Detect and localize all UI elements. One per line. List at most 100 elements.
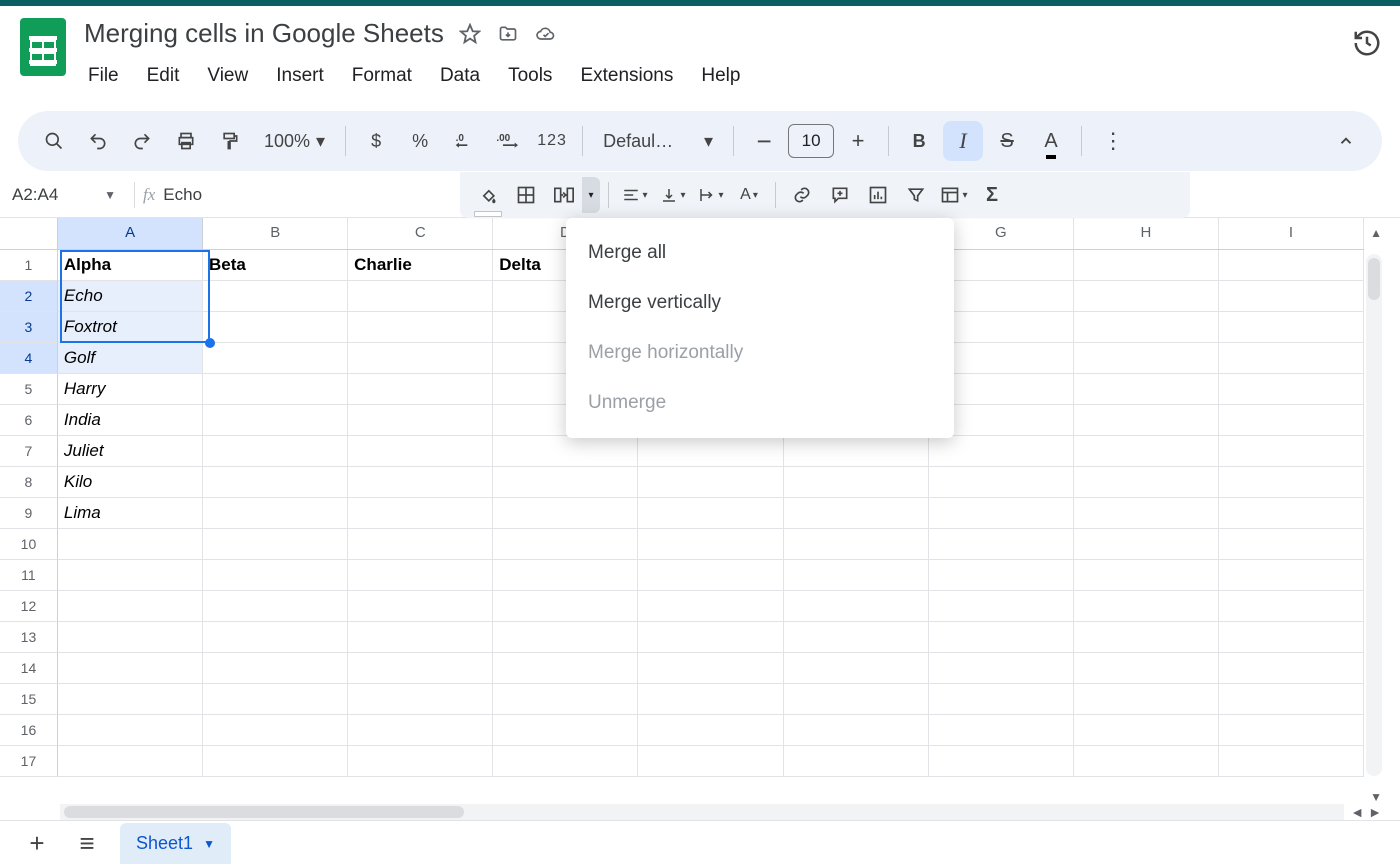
cell[interactable] [1219, 684, 1364, 715]
cell[interactable]: Juliet [58, 436, 203, 467]
strikethrough-icon[interactable]: S [987, 121, 1027, 161]
cell[interactable] [348, 684, 493, 715]
col-header-C[interactable]: C [348, 218, 493, 249]
cell[interactable] [493, 746, 638, 777]
cell[interactable] [493, 498, 638, 529]
cell[interactable] [1219, 591, 1364, 622]
menu-file[interactable]: File [84, 59, 123, 93]
version-history-icon[interactable] [1352, 28, 1382, 58]
cell[interactable] [348, 622, 493, 653]
row-header[interactable]: 2 [0, 281, 58, 312]
cell[interactable] [638, 684, 783, 715]
cell[interactable] [348, 498, 493, 529]
borders-icon[interactable] [508, 177, 544, 213]
row-header[interactable]: 17 [0, 746, 58, 777]
functions-icon[interactable]: Σ [974, 177, 1010, 213]
more-formats-icon[interactable]: 123 [532, 121, 572, 161]
cell[interactable] [1074, 312, 1219, 343]
menu-edit[interactable]: Edit [143, 59, 184, 93]
horizontal-scrollbar[interactable] [60, 804, 1344, 820]
cell[interactable] [1219, 343, 1364, 374]
cell[interactable] [348, 746, 493, 777]
cell[interactable] [784, 746, 929, 777]
selection-handle[interactable] [205, 338, 215, 348]
row-header[interactable]: 15 [0, 684, 58, 715]
scrollbar-thumb[interactable] [1368, 258, 1380, 300]
all-sheets-icon[interactable]: ≡ [70, 828, 104, 859]
col-header-A[interactable]: A [58, 218, 203, 249]
cell[interactable] [1074, 529, 1219, 560]
row-header[interactable]: 9 [0, 498, 58, 529]
cell[interactable] [784, 591, 929, 622]
cell[interactable] [493, 715, 638, 746]
cell[interactable] [203, 591, 348, 622]
row-header[interactable]: 10 [0, 529, 58, 560]
cell[interactable] [1074, 653, 1219, 684]
cell[interactable] [203, 746, 348, 777]
row-header[interactable]: 7 [0, 436, 58, 467]
document-title[interactable]: Merging cells in Google Sheets [84, 18, 444, 49]
formula-bar-input[interactable]: Echo [163, 185, 202, 205]
cell[interactable] [58, 715, 203, 746]
cell[interactable]: Harry [58, 374, 203, 405]
cell[interactable] [348, 653, 493, 684]
cell[interactable] [348, 436, 493, 467]
cell[interactable] [1219, 436, 1364, 467]
row-header[interactable]: 3 [0, 312, 58, 343]
cell[interactable] [929, 436, 1074, 467]
scrollbar-thumb[interactable] [64, 806, 464, 818]
sheets-app-icon[interactable] [20, 18, 66, 76]
menu-merge-all[interactable]: Merge all [566, 228, 954, 278]
cell[interactable] [1074, 560, 1219, 591]
cell[interactable] [493, 560, 638, 591]
format-percent-icon[interactable]: % [400, 121, 440, 161]
cell[interactable] [1219, 529, 1364, 560]
sheet-tab-active[interactable]: Sheet1 ▼ [120, 823, 231, 864]
cell[interactable] [493, 622, 638, 653]
zoom-select[interactable]: 100% ▾ [254, 121, 335, 161]
cell[interactable]: Lima [58, 498, 203, 529]
cell[interactable] [1074, 343, 1219, 374]
cell[interactable] [203, 281, 348, 312]
cell[interactable] [929, 746, 1074, 777]
cell[interactable] [348, 560, 493, 591]
cell[interactable]: Kilo [58, 467, 203, 498]
cell[interactable] [203, 560, 348, 591]
cell[interactable]: India [58, 405, 203, 436]
cell[interactable] [929, 653, 1074, 684]
scroll-left-icon[interactable]: ◄ [1350, 804, 1364, 820]
undo-icon[interactable] [78, 121, 118, 161]
cell[interactable] [784, 467, 929, 498]
cell[interactable] [929, 684, 1074, 715]
cell[interactable] [493, 467, 638, 498]
cell[interactable] [1219, 312, 1364, 343]
cell[interactable] [1219, 715, 1364, 746]
text-wrap-icon[interactable] [693, 177, 729, 213]
cell[interactable] [1074, 498, 1219, 529]
name-box[interactable]: A2:A4 ▼ [0, 185, 126, 205]
menu-help[interactable]: Help [697, 59, 744, 93]
col-header-I[interactable]: I [1219, 218, 1364, 249]
scroll-right-icon[interactable]: ► [1368, 804, 1382, 820]
cell[interactable] [784, 653, 929, 684]
font-size-increase-icon[interactable]: + [838, 121, 878, 161]
cell[interactable] [929, 560, 1074, 591]
paint-format-icon[interactable] [210, 121, 250, 161]
cell[interactable] [784, 622, 929, 653]
cell[interactable] [348, 405, 493, 436]
cell[interactable] [348, 467, 493, 498]
cell[interactable] [929, 622, 1074, 653]
cell[interactable] [929, 498, 1074, 529]
row-header[interactable]: 14 [0, 653, 58, 684]
cell[interactable] [638, 560, 783, 591]
row-header[interactable]: 11 [0, 560, 58, 591]
cell[interactable] [203, 498, 348, 529]
merge-cells-icon[interactable] [546, 177, 582, 213]
cell[interactable] [493, 684, 638, 715]
cell[interactable] [58, 684, 203, 715]
cell[interactable] [638, 498, 783, 529]
cell[interactable] [929, 467, 1074, 498]
cell[interactable] [58, 560, 203, 591]
text-color-icon[interactable]: A [1031, 121, 1071, 161]
scroll-up-icon[interactable]: ▲ [1370, 226, 1382, 240]
